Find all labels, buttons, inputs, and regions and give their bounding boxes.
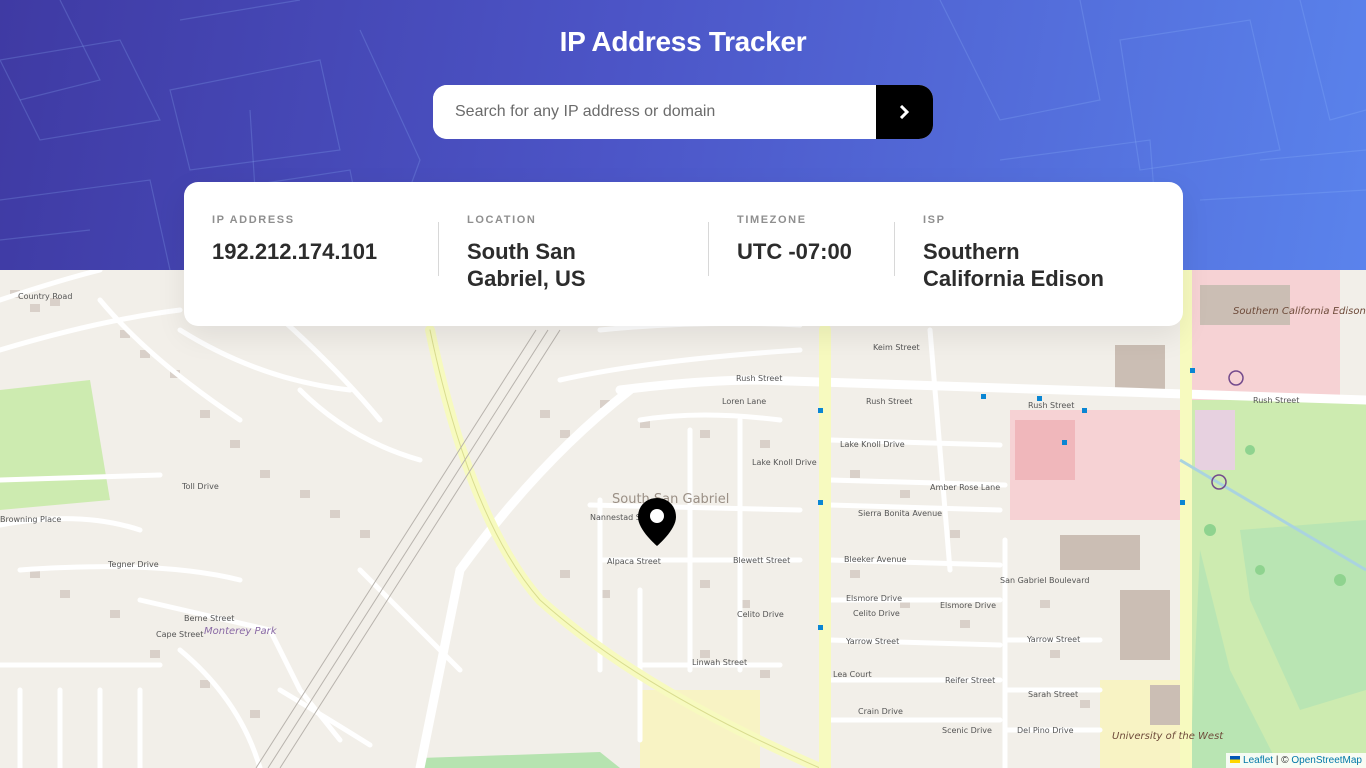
map-street-label: Tegner Drive bbox=[108, 560, 159, 569]
chevron-right-icon bbox=[899, 105, 910, 119]
timezone-section: Timezone UTC -07:00 bbox=[708, 214, 894, 326]
location-value: South San Gabriel, US bbox=[467, 239, 586, 291]
map-street-label: Reifer Street bbox=[945, 676, 996, 685]
ip-address-value: 192.212.174.101 bbox=[212, 239, 378, 264]
isp-label: ISP bbox=[923, 214, 946, 226]
timezone-value: UTC -07:00 bbox=[737, 239, 852, 264]
map-street-label: Scenic Drive bbox=[942, 726, 992, 735]
ukraine-flag-icon bbox=[1230, 756, 1241, 763]
location-label: Location bbox=[467, 214, 537, 226]
map-street-label: Rush Street bbox=[1028, 401, 1075, 410]
map-street-label: San Gabriel Boulevard bbox=[1000, 576, 1090, 585]
map-street-label: Berne Street bbox=[184, 614, 235, 623]
ip-address-section: IP Address 192.212.174.101 bbox=[212, 214, 438, 326]
map-street-label: Alpaca Street bbox=[607, 557, 661, 566]
map-street-label: Elsmore Drive bbox=[940, 601, 997, 610]
map-tiles bbox=[0, 270, 1366, 768]
map-street-label: Keim Street bbox=[873, 343, 920, 352]
map-street-label: Loren Lane bbox=[722, 397, 767, 406]
map-street-label: Elsmore Drive bbox=[846, 594, 903, 603]
map-attribution: Leaflet | © OpenStreetMap bbox=[1226, 753, 1366, 768]
search-submit-button[interactable] bbox=[876, 85, 933, 139]
map-street-label: Crain Drive bbox=[858, 707, 903, 716]
map-street-label: Del Pino Drive bbox=[1017, 726, 1074, 735]
attribution-separator: | © bbox=[1273, 755, 1292, 766]
map-street-label: Toll Drive bbox=[182, 482, 219, 491]
map-view[interactable]: South San Gabriel Rush Street Rush Stree… bbox=[0, 270, 1366, 768]
isp-section: ISP Southern California Edison bbox=[894, 214, 1154, 326]
map-street-label: Sierra Bonita Avenue bbox=[858, 509, 943, 518]
map-street-label: Cape Street bbox=[156, 630, 204, 639]
ip-info-card: IP Address 192.212.174.101 Location Sout… bbox=[184, 182, 1183, 326]
map-poi-label: Monterey Park bbox=[204, 626, 277, 637]
map-street-label: Yarrow Street bbox=[1027, 635, 1081, 644]
map-poi-label: University of the West bbox=[1112, 731, 1224, 742]
map-street-label: Blewett Street bbox=[733, 556, 791, 565]
leaflet-link[interactable]: Leaflet bbox=[1243, 755, 1273, 766]
map-street-label: Rush Street bbox=[866, 397, 913, 406]
map-street-label: Celito Drive bbox=[737, 610, 784, 619]
ip-address-label: IP Address bbox=[212, 214, 295, 226]
map-street-label: Celito Drive bbox=[853, 609, 900, 618]
map-poi-label: Southern California Edison Headquarters bbox=[1233, 306, 1366, 317]
location-section: Location South San Gabriel, US bbox=[438, 214, 708, 326]
map-street-label: Browning Place bbox=[0, 515, 62, 524]
map-street-label: Lake Knoll Drive bbox=[840, 440, 905, 449]
map-street-label: Lea Court bbox=[833, 670, 872, 679]
map-street-label: Rush Street bbox=[1253, 396, 1300, 405]
page-title: IP Address Tracker bbox=[559, 26, 807, 57]
timezone-label: Timezone bbox=[737, 214, 807, 226]
search-input[interactable] bbox=[433, 85, 876, 139]
location-pin-icon[interactable] bbox=[636, 497, 678, 547]
map-street-label: Bleeker Avenue bbox=[844, 555, 907, 564]
map-street-label: Lake Knoll Drive bbox=[752, 458, 817, 467]
search-form bbox=[433, 85, 933, 139]
map-street-label: Sarah Street bbox=[1028, 690, 1079, 699]
isp-value: Southern California Edison bbox=[923, 239, 1104, 291]
map-street-label: Linwah Street bbox=[692, 658, 748, 667]
openstreetmap-link[interactable]: OpenStreetMap bbox=[1291, 755, 1362, 766]
map-street-label: Yarrow Street bbox=[846, 637, 900, 646]
map-street-label: Rush Street bbox=[736, 374, 783, 383]
map-street-label: Country Road bbox=[18, 292, 73, 301]
map-street-label: Amber Rose Lane bbox=[930, 483, 1001, 492]
